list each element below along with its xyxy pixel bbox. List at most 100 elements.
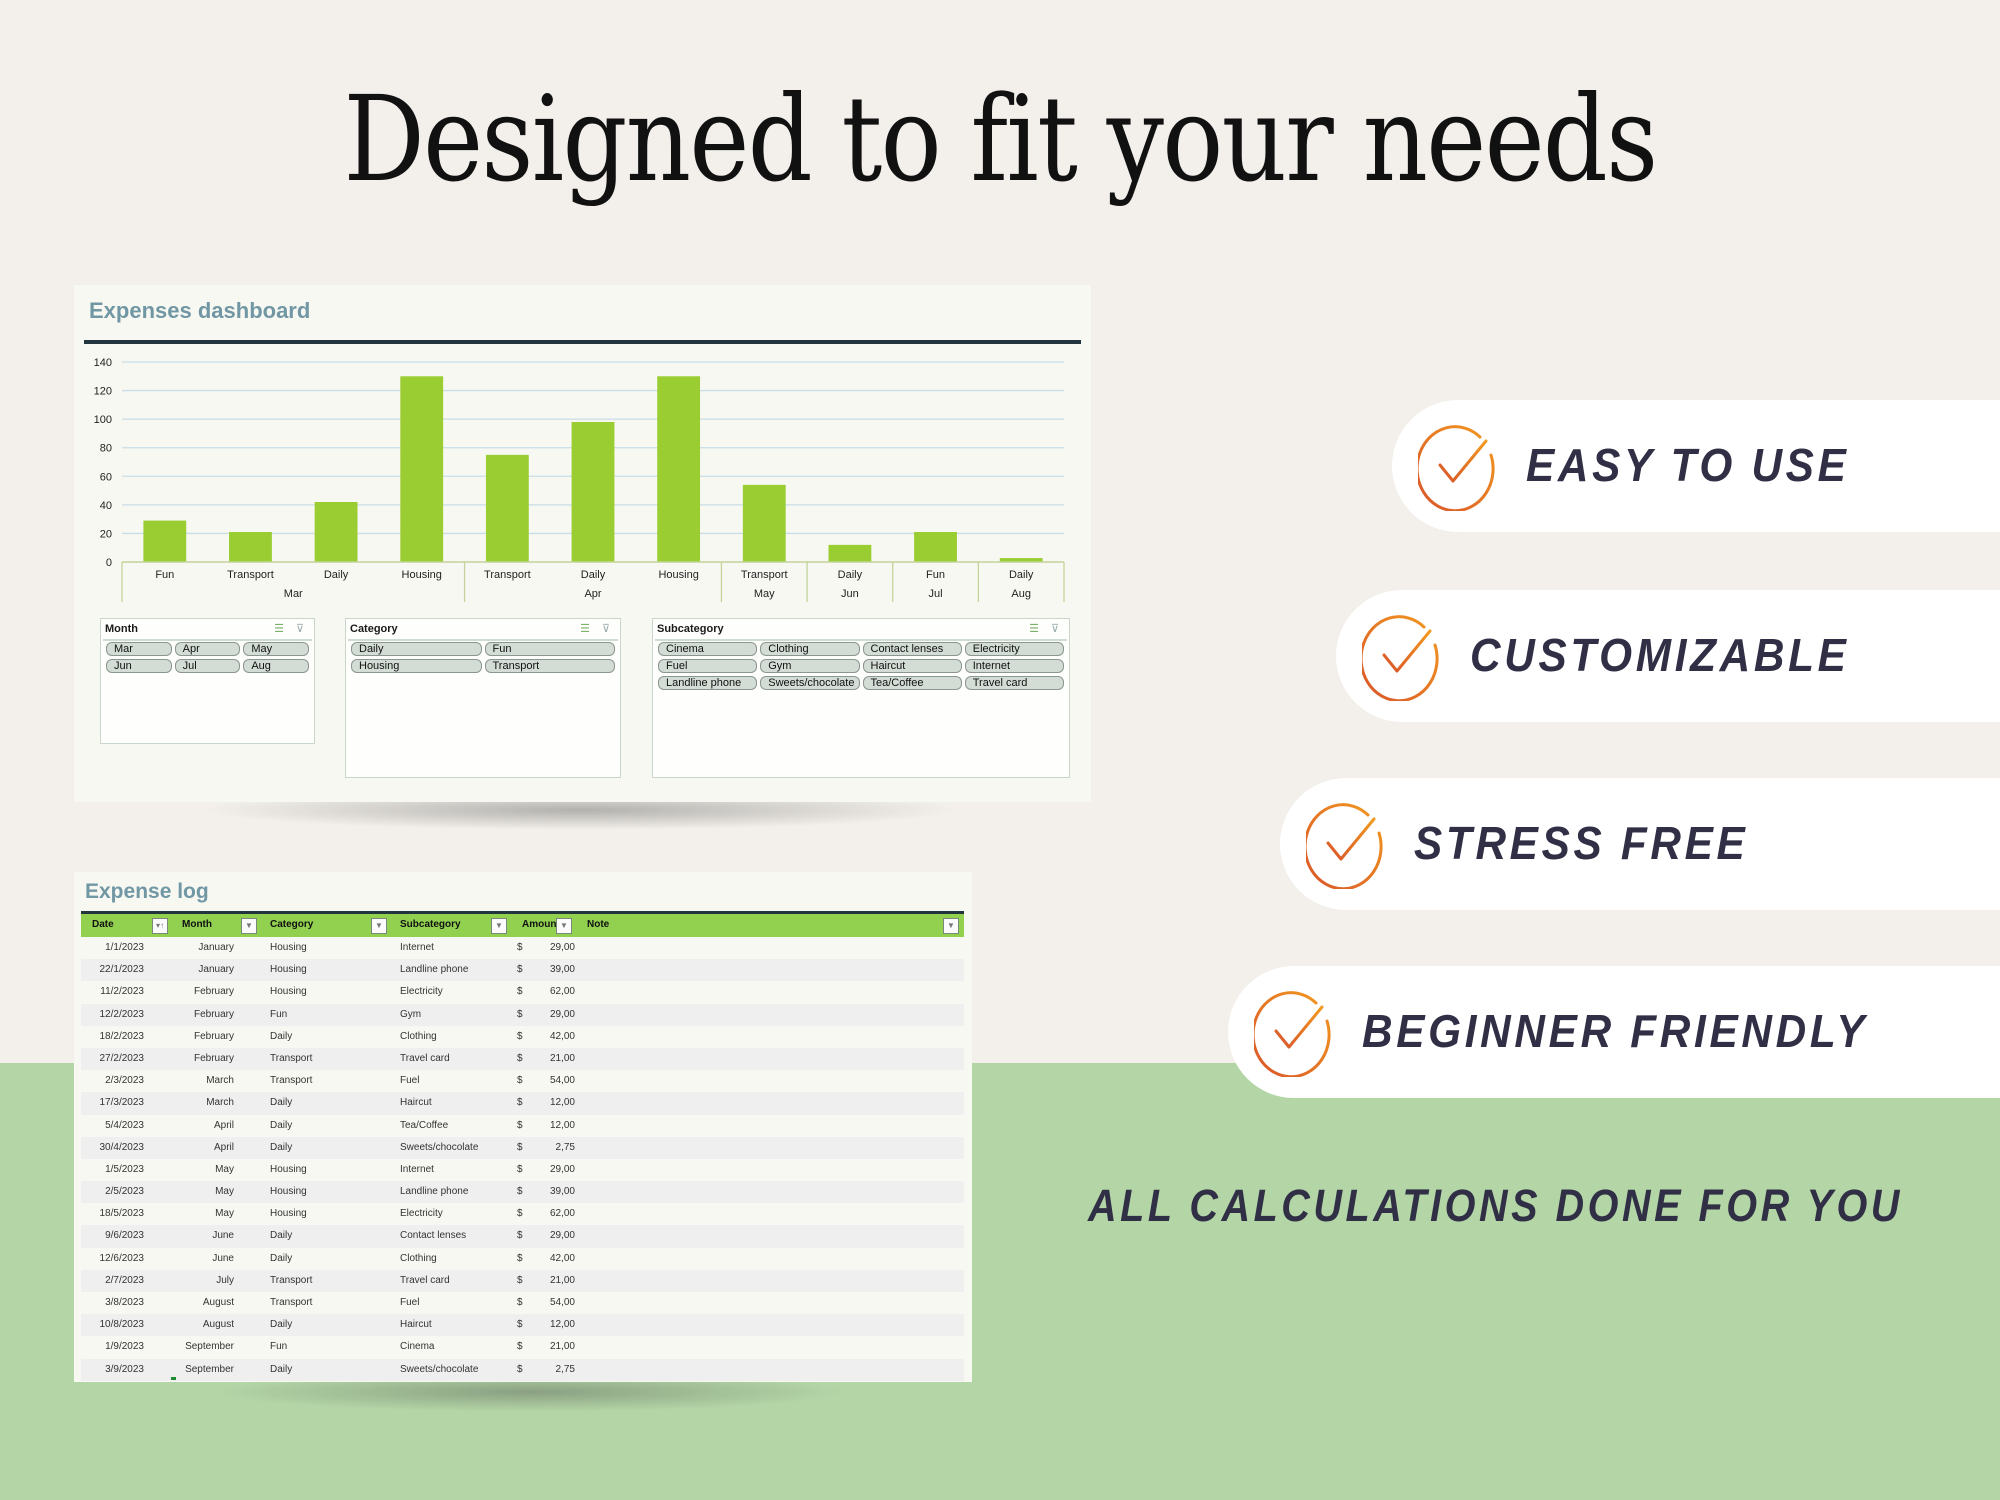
cell-category[interactable]: Transport: [270, 1053, 312, 1064]
cell-subcategory[interactable]: Tea/Coffee: [400, 1120, 448, 1131]
cell-month[interactable]: April: [214, 1142, 234, 1153]
slicer-chip[interactable]: Jun: [106, 659, 172, 673]
cell-currency[interactable]: $: [517, 942, 523, 953]
cell-month[interactable]: June: [212, 1253, 234, 1264]
slicer-chip[interactable]: Haircut: [862, 659, 962, 673]
cell-date[interactable]: 22/1/2023: [100, 964, 145, 975]
cell-currency[interactable]: $: [517, 1253, 523, 1264]
cell-month[interactable]: September: [185, 1341, 234, 1352]
cell-date[interactable]: 3/9/2023: [105, 1364, 144, 1375]
table-row[interactable]: 1/5/2023 May Housing Internet $29,00: [81, 1159, 964, 1181]
cell-date[interactable]: 17/3/2023: [100, 1097, 145, 1108]
cell-month[interactable]: August: [203, 1319, 234, 1330]
multi-select-icon[interactable]: ☰: [580, 622, 590, 635]
cell-selection-handle[interactable]: [171, 1377, 176, 1380]
multi-select-icon[interactable]: ☰: [1029, 622, 1039, 635]
category-filter-button[interactable]: ▼: [371, 918, 387, 934]
cell-month[interactable]: March: [206, 1097, 234, 1108]
cell-subcategory[interactable]: Gym: [400, 1009, 421, 1020]
cell-currency[interactable]: $: [517, 1031, 523, 1042]
cell-month[interactable]: March: [206, 1075, 234, 1086]
cell-subcategory[interactable]: Fuel: [400, 1075, 419, 1086]
table-row[interactable]: 11/2/2023 February Housing Electricity $62,0…: [81, 981, 964, 1003]
cell-date[interactable]: 1/1/2023: [105, 942, 144, 953]
cell-date[interactable]: 5/4/2023: [105, 1120, 144, 1131]
cell-month[interactable]: February: [194, 1053, 234, 1064]
cell-date[interactable]: 3/8/2023: [105, 1297, 144, 1308]
slicer-chip[interactable]: Cinema: [658, 642, 758, 656]
cell-category[interactable]: Transport: [270, 1075, 312, 1086]
cell-month[interactable]: June: [212, 1230, 234, 1241]
cell-month[interactable]: February: [194, 1009, 234, 1020]
cell-amount[interactable]: 12,00: [550, 1120, 575, 1131]
month-filter-button[interactable]: ▼: [241, 918, 257, 934]
table-row[interactable]: 27/2/2023 February Transport Travel card $21…: [81, 1047, 964, 1071]
cell-amount[interactable]: 62,00: [550, 1208, 575, 1219]
cell-date[interactable]: 12/6/2023: [100, 1253, 145, 1264]
clear-filter-icon[interactable]: ⊽: [296, 622, 304, 635]
cell-month[interactable]: September: [185, 1364, 234, 1375]
cell-currency[interactable]: $: [517, 986, 523, 997]
cell-date[interactable]: 2/5/2023: [105, 1186, 144, 1197]
table-row[interactable]: 12/6/2023 June Daily Clothing $42,00: [81, 1248, 964, 1270]
cell-currency[interactable]: $: [517, 1364, 523, 1375]
cell-subcategory[interactable]: Travel card: [400, 1275, 450, 1286]
slicer-chip[interactable]: Housing: [351, 659, 482, 673]
table-row[interactable]: 3/8/2023 August Transport Fuel $54,00: [81, 1292, 964, 1314]
cell-category[interactable]: Daily: [270, 1142, 292, 1153]
cell-month[interactable]: May: [215, 1186, 234, 1197]
cell-subcategory[interactable]: Sweets/chocolate: [400, 1364, 478, 1375]
cell-subcategory[interactable]: Sweets/chocolate: [400, 1142, 478, 1153]
column-header-category[interactable]: Category: [270, 919, 313, 930]
subcategory-filter-button[interactable]: ▼: [491, 918, 507, 934]
slicer-chip[interactable]: Sweets/chocolate: [760, 676, 860, 690]
cell-category[interactable]: Transport: [270, 1297, 312, 1308]
cell-amount[interactable]: 29,00: [550, 1230, 575, 1241]
cell-category[interactable]: Transport: [270, 1275, 312, 1286]
cell-amount[interactable]: 54,00: [550, 1075, 575, 1086]
cell-amount[interactable]: 29,00: [550, 1164, 575, 1175]
multi-select-icon[interactable]: ☰: [274, 622, 284, 635]
cell-currency[interactable]: $: [517, 1275, 523, 1286]
cell-subcategory[interactable]: Fuel: [400, 1297, 419, 1308]
slicer-chip[interactable]: Fun: [484, 642, 615, 656]
cell-category[interactable]: Fun: [270, 1009, 287, 1020]
cell-subcategory[interactable]: Clothing: [400, 1031, 437, 1042]
cell-month[interactable]: February: [194, 986, 234, 997]
cell-currency[interactable]: $: [517, 1097, 523, 1108]
cell-category[interactable]: Housing: [270, 986, 307, 997]
table-row[interactable]: 1/9/2023 September Fun Cinema $21,00: [81, 1336, 964, 1358]
cell-subcategory[interactable]: Landline phone: [400, 1186, 468, 1197]
cell-currency[interactable]: $: [517, 1164, 523, 1175]
cell-subcategory[interactable]: Electricity: [400, 1208, 443, 1219]
cell-subcategory[interactable]: Electricity: [400, 986, 443, 997]
cell-subcategory[interactable]: Haircut: [400, 1319, 432, 1330]
cell-date[interactable]: 2/3/2023: [105, 1075, 144, 1086]
table-row[interactable]: 18/5/2023 May Housing Electricity $62,00: [81, 1203, 964, 1225]
cell-category[interactable]: Daily: [270, 1364, 292, 1375]
cell-subcategory[interactable]: Contact lenses: [400, 1230, 466, 1241]
cell-month[interactable]: May: [215, 1164, 234, 1175]
cell-amount[interactable]: 2,75: [556, 1364, 575, 1375]
cell-category[interactable]: Daily: [270, 1253, 292, 1264]
table-row[interactable]: 5/4/2023 April Daily Tea/Coffee $12,00: [81, 1115, 964, 1137]
slicer-chip[interactable]: Transport: [484, 659, 615, 673]
cell-date[interactable]: 18/2/2023: [100, 1031, 145, 1042]
clear-filter-icon[interactable]: ⊽: [1051, 622, 1059, 635]
cell-amount[interactable]: 42,00: [550, 1031, 575, 1042]
cell-category[interactable]: Housing: [270, 942, 307, 953]
table-row[interactable]: 3/9/2023 September Daily Sweets/chocolate $2…: [81, 1358, 964, 1381]
table-row[interactable]: 30/4/2023 April Daily Sweets/chocolate $2,75: [81, 1136, 964, 1159]
column-header-month[interactable]: Month: [182, 919, 212, 930]
cell-month[interactable]: May: [215, 1208, 234, 1219]
cell-amount[interactable]: 12,00: [550, 1319, 575, 1330]
cell-category[interactable]: Daily: [270, 1319, 292, 1330]
note-filter-button[interactable]: ▼: [943, 918, 959, 934]
cell-amount[interactable]: 12,00: [550, 1097, 575, 1108]
cell-category[interactable]: Housing: [270, 1208, 307, 1219]
clear-filter-icon[interactable]: ⊽: [602, 622, 610, 635]
slicer-chip[interactable]: Landline phone: [658, 676, 758, 690]
cell-date[interactable]: 12/2/2023: [100, 1009, 145, 1020]
cell-currency[interactable]: $: [517, 1186, 523, 1197]
cell-category[interactable]: Daily: [270, 1031, 292, 1042]
